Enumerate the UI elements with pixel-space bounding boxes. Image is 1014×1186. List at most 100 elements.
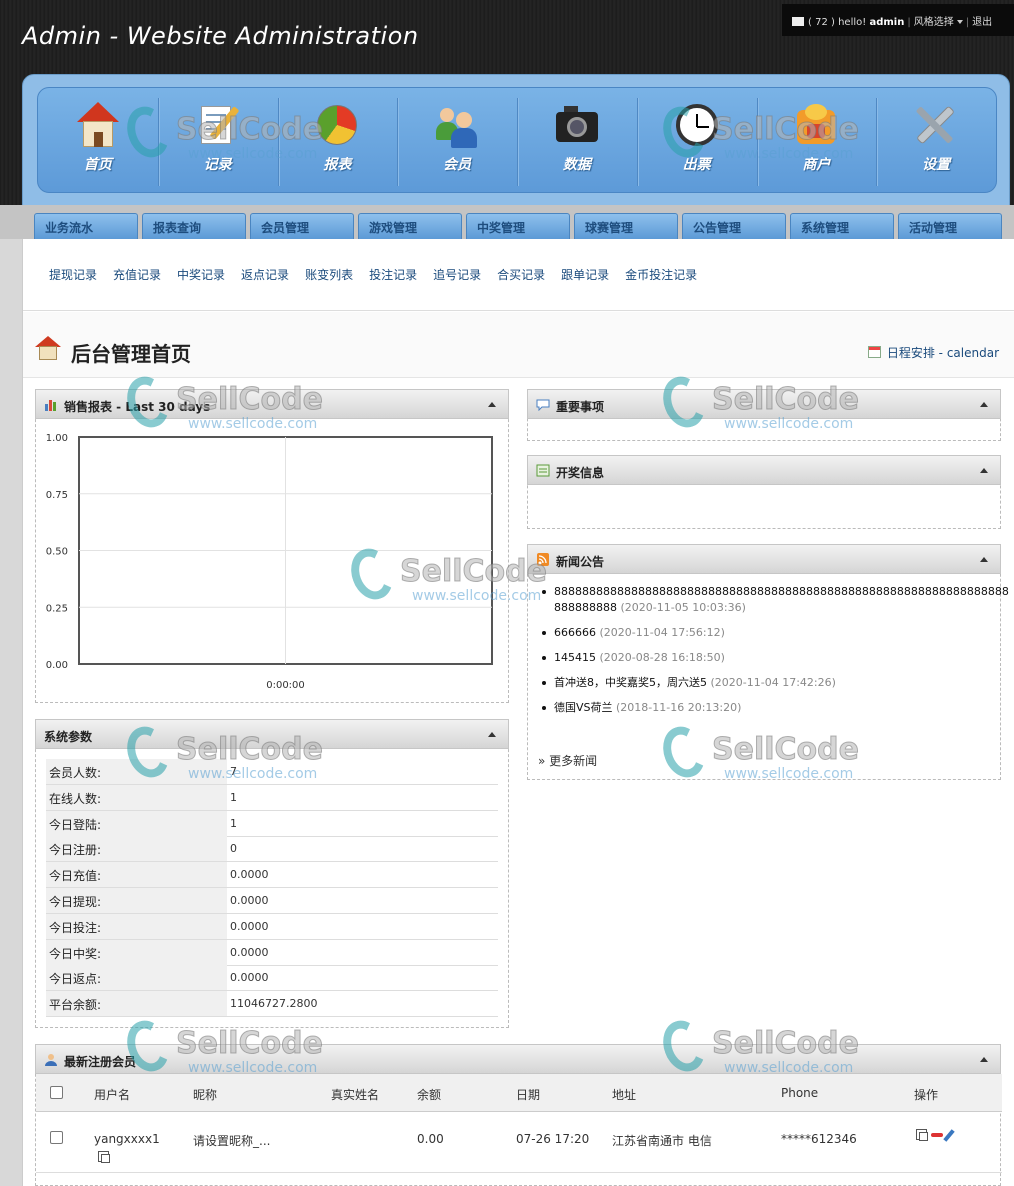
subnav-withdraw-records[interactable]: 提现记录	[49, 268, 97, 282]
house-icon	[75, 102, 121, 148]
nav-reports[interactable]: 报表	[277, 88, 398, 194]
col-balance: 余额	[417, 1088, 442, 1102]
news-title[interactable]: 首冲送8，中奖嘉奖5，周六送5	[554, 676, 707, 689]
panel-header: 系统参数	[35, 719, 509, 749]
news-date: (2018-11-16 20:13:20)	[616, 701, 742, 714]
news-item[interactable]: 8888888888888888888888888888888888888888…	[542, 584, 1012, 616]
collapse-arrow-icon[interactable]	[488, 402, 496, 407]
cell-username[interactable]: yangxxxx1	[94, 1132, 160, 1146]
tab-business-flow[interactable]: 业务流水	[34, 213, 138, 239]
collapse-arrow-icon[interactable]	[980, 1057, 988, 1062]
param-row: 今日注册: 0	[46, 836, 498, 863]
param-label: 会员人数:	[46, 759, 227, 784]
notepad-icon	[195, 102, 241, 148]
news-title[interactable]: 145415	[554, 651, 596, 664]
logout-link[interactable]: 退出	[972, 17, 992, 28]
row-checkbox[interactable]	[50, 1131, 63, 1144]
copy-icon[interactable]	[98, 1151, 110, 1163]
collapse-arrow-icon[interactable]	[980, 557, 988, 562]
param-row: 今日提现: 0.0000	[46, 888, 498, 914]
tab-report-query[interactable]: 报表查询	[142, 213, 246, 239]
subnav-prize-records[interactable]: 中奖记录	[177, 268, 225, 282]
calendar-icon	[867, 346, 881, 358]
message-count[interactable]: ( 72 )	[808, 17, 835, 28]
system-params-panel: 系统参数 会员人数: 7 在线人数: 1 今日登陆: 1 今日注册: 0 今日充值: 0.0000…	[35, 719, 509, 1028]
edit-icon[interactable]	[943, 1129, 955, 1142]
tab-row: 业务流水 报表查询 会员管理 游戏管理 中奖管理 球赛管理 公告管理 系统管理 …	[34, 213, 1006, 239]
nav-data[interactable]: 数据	[517, 88, 637, 194]
news-item[interactable]: 首冲送8，中奖嘉奖5，周六送5 (2020-11-04 17:42:26)	[542, 675, 1012, 691]
nav-tickets[interactable]: 出票	[636, 88, 757, 194]
param-row: 会员人数: 7	[46, 759, 498, 785]
subnav-rebate-records[interactable]: 返点记录	[241, 268, 289, 282]
tab-match-management[interactable]: 球赛管理	[574, 213, 678, 239]
subnav-recharge-records[interactable]: 充值记录	[113, 268, 161, 282]
news-title[interactable]: 666666	[554, 626, 596, 639]
tab-activity-management[interactable]: 活动管理	[898, 213, 1002, 239]
collapse-arrow-icon[interactable]	[980, 468, 988, 473]
style-select[interactable]: 风格选择	[914, 17, 954, 28]
y-tick-label: 0.00	[46, 660, 68, 671]
select-all-checkbox[interactable]	[50, 1086, 63, 1099]
greeting: hello!	[838, 17, 867, 28]
subnav-follow-records[interactable]: 跟单记录	[561, 268, 609, 282]
subnav-bet-records[interactable]: 投注记录	[369, 268, 417, 282]
tab-system-management[interactable]: 系统管理	[790, 213, 894, 239]
param-value: 1	[230, 790, 237, 804]
more-news-link[interactable]: » 更多新闻	[538, 752, 597, 769]
param-value: 7	[230, 765, 237, 778]
subnav-joint-purchase-records[interactable]: 合买记录	[497, 268, 545, 282]
param-row: 今日充值: 0.0000	[46, 862, 498, 889]
content-area: 提现记录 充值记录 中奖记录 返点记录 账变列表 投注记录 追号记录 合买记录 跟单记录 金币投注…	[22, 239, 1014, 1186]
col-actions: 操作	[914, 1088, 939, 1102]
mail-icon[interactable]	[792, 17, 804, 26]
sales-line-chart: 1.00 0.75 0.50 0.25 0.00 0:00:00	[46, 433, 493, 691]
collapse-arrow-icon[interactable]	[488, 732, 496, 737]
subnav-chase-records[interactable]: 追号记录	[433, 268, 481, 282]
nav-records[interactable]: 记录	[157, 88, 278, 194]
site-title: Admin - Website Administration	[22, 22, 419, 50]
cell-balance: 0.00	[417, 1132, 444, 1146]
subnav-coin-bet-records[interactable]: 金币投注记录	[625, 268, 697, 282]
users-icon	[434, 102, 480, 148]
tab-notice-management[interactable]: 公告管理	[682, 213, 786, 239]
y-tick-label: 0.25	[46, 603, 68, 614]
pie-chart-icon	[314, 102, 360, 148]
y-tick-label: 0.75	[46, 490, 68, 501]
tab-member-management[interactable]: 会员管理	[250, 213, 354, 239]
nav-members[interactable]: 会员	[397, 88, 517, 194]
nav-settings[interactable]: 设置	[876, 88, 996, 194]
important-items-panel: 重要事项	[527, 389, 1001, 441]
nav-merchants[interactable]: 商户	[756, 88, 877, 194]
news-date: (2020-11-04 17:56:12)	[599, 626, 725, 639]
param-label: 今日投注:	[46, 913, 227, 939]
news-item[interactable]: 145415 (2020-08-28 16:18:50)	[542, 650, 1012, 666]
tab-prize-management[interactable]: 中奖管理	[466, 213, 570, 239]
cell-address: 江苏省南通市 电信	[612, 1134, 712, 1148]
panel-header: 最新注册会员	[35, 1044, 1001, 1074]
camera-icon	[554, 102, 600, 148]
param-row: 今日投注: 0.0000	[46, 913, 498, 940]
news-item[interactable]: 666666 (2020-11-04 17:56:12)	[542, 625, 1012, 641]
speech-bubble-icon	[536, 399, 550, 411]
x-tick-label: 0:00:00	[266, 680, 305, 691]
news-title[interactable]: 德国VS荷兰	[554, 701, 613, 714]
nav-home[interactable]: 首页	[38, 88, 158, 194]
param-label: 今日登陆:	[46, 810, 227, 836]
members-table-header: 用户名 昵称 真实姓名 余额 日期 地址 Phone 操作	[36, 1074, 1002, 1112]
news-item[interactable]: 德国VS荷兰 (2018-11-16 20:13:20)	[542, 700, 1012, 716]
news-list: 8888888888888888888888888888888888888888…	[542, 584, 1012, 725]
calendar-link[interactable]: 日程安排 - calendar	[867, 344, 999, 361]
collapse-arrow-icon[interactable]	[980, 402, 988, 407]
page-title: 后台管理首页	[71, 342, 191, 366]
param-value: 11046727.2800	[230, 997, 318, 1011]
subnav-account-changes[interactable]: 账变列表	[305, 268, 353, 282]
copy-icon[interactable]	[916, 1129, 928, 1141]
param-label: 今日注册:	[46, 836, 227, 862]
param-label: 今日充值:	[46, 862, 227, 888]
delete-icon[interactable]	[931, 1133, 943, 1137]
tab-game-management[interactable]: 游戏管理	[358, 213, 462, 239]
cell-nickname: 请设置昵称_...	[193, 1134, 271, 1148]
param-row: 今日中奖: 0.0000	[46, 939, 498, 966]
col-phone: Phone	[781, 1086, 819, 1100]
